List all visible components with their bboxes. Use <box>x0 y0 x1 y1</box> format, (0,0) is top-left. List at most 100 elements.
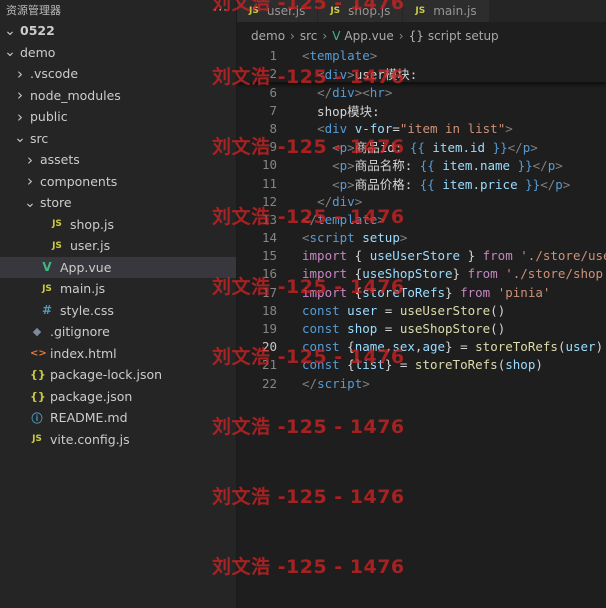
code-token: ) <box>535 357 543 373</box>
tree-item-style-css[interactable]: # style.css <box>0 300 236 322</box>
code-token: </ <box>540 176 556 192</box>
line-number: 16 <box>261 266 277 282</box>
vue-file-icon: V <box>332 29 341 43</box>
tree-item-label: .vscode <box>30 66 79 82</box>
code-token: () <box>490 321 506 337</box>
tree-item-label: App.vue <box>60 259 112 275</box>
chevron-right-icon: › <box>27 150 33 169</box>
breadcrumb-file[interactable]: App.vue <box>344 29 393 43</box>
tree-item-src[interactable]: ⌄ src <box>0 128 236 150</box>
tree-item-label: index.html <box>50 345 117 361</box>
sticky-scroll-header[interactable]: 1 <template> 2 <div>user模块: <box>237 46 606 83</box>
tree-item-user-js[interactable]: JS user.js <box>0 235 236 257</box>
code-token: script <box>317 375 363 391</box>
tree-item-vscode[interactable]: › .vscode <box>0 63 236 85</box>
tree-item-package-lock-json[interactable]: {} package-lock.json <box>0 364 236 386</box>
line-number: 22 <box>261 375 277 391</box>
code-editor[interactable]: 1 <template> 2 <div>user模块: 6 </div><hr> 7 … <box>237 46 606 608</box>
chevron-down-icon: ⌄ <box>24 194 36 211</box>
chevron-right-icon: › <box>27 172 33 191</box>
file-tree: ⌄ 0522 ⌄ demo › .vscode › node_modules › public ⌄ s… <box>0 20 236 450</box>
code-token: } <box>445 284 461 300</box>
code-line: 16 import {useShopStore} from './store/sh… <box>237 265 606 283</box>
tree-item-index-html[interactable]: <> index.html <box>0 343 236 365</box>
code-text: import {useShopStore} from './store/shop… <box>302 266 606 281</box>
code-token: </ <box>532 158 548 174</box>
breadcrumb: demo › src › V App.vue › {} script setup <box>237 26 606 46</box>
code-token: const <box>302 357 340 373</box>
code-token: = <box>377 302 400 318</box>
line-number: 19 <box>261 321 277 337</box>
file-type-icon: # <box>41 303 53 318</box>
tree-item-main-js[interactable]: JS main.js <box>0 278 236 300</box>
code-token: { <box>339 357 355 373</box>
code-token: </ <box>302 211 318 227</box>
tree-item-gitignore[interactable]: ◆ .gitignore <box>0 321 236 343</box>
code-line: 21 const {list} = storeToRefs(shop) <box>237 356 606 374</box>
code-token: > <box>377 211 385 227</box>
tree-item-package-json[interactable]: {} package.json <box>0 386 236 408</box>
line-number: 17 <box>261 284 277 300</box>
code-token: 商品id: <box>354 140 410 156</box>
code-line: 6 </div><hr> <box>237 83 606 101</box>
code-token: template <box>317 211 378 227</box>
code-token: user <box>347 302 378 318</box>
line-number: 8 <box>269 120 277 136</box>
tree-item-store[interactable]: ⌄ store <box>0 192 236 214</box>
tree-item-label: 0522 <box>20 23 55 39</box>
chevron-right-icon: › <box>17 107 23 126</box>
code-text: const {list} = storeToRefs(shop) <box>302 357 543 372</box>
tree-item-shop-js[interactable]: JS shop.js <box>0 214 236 236</box>
explorer-sidebar: 资源管理器 ··· ⌄ 0522 ⌄ demo › .vscode › node_module… <box>0 0 237 608</box>
code-token: </ <box>302 375 318 391</box>
tree-item-components[interactable]: › components <box>0 171 236 193</box>
code-token: ) <box>595 339 604 355</box>
tree-item-label: store <box>40 195 72 211</box>
code-token: import <box>302 266 348 282</box>
code-line: 20 const {name,sex,age} = storeToRefs(use… <box>237 338 606 356</box>
code-line: 19 const shop = useShopStore() <box>237 319 606 337</box>
tree-item-0522[interactable]: ⌄ 0522 <box>0 20 236 42</box>
tree-item-demo[interactable]: ⌄ demo <box>0 42 236 64</box>
code-token: useShopStore <box>362 266 453 282</box>
more-actions-icon[interactable]: ··· <box>214 3 228 17</box>
tree-item-label: vite.config.js <box>50 431 130 447</box>
tab-shop-js[interactable]: JS shop.js <box>318 0 404 22</box>
code-token: > <box>347 140 355 156</box>
explorer-header: 资源管理器 ··· <box>0 0 236 20</box>
tab-user-js[interactable]: JS user.js <box>237 0 319 22</box>
code-token: }} <box>510 158 533 174</box>
file-type-icon: ⓘ <box>31 411 43 425</box>
file-type-icon: ◆ <box>32 325 42 339</box>
breadcrumb-symbol[interactable]: script setup <box>428 29 499 43</box>
code-token: > <box>530 140 538 156</box>
tree-item-public[interactable]: › public <box>0 106 236 128</box>
tree-item-assets[interactable]: › assets <box>0 149 236 171</box>
file-type-icon: <> <box>30 347 47 359</box>
code-token: './store/use <box>520 248 606 264</box>
code-line: 14 <script setup> <box>237 229 606 247</box>
code-token: < <box>332 158 340 174</box>
code-line: 17 import {storeToRefs} from 'pinia' <box>237 283 606 301</box>
code-text: const user = useUserStore() <box>302 303 505 318</box>
chevron-down-icon: ⌄ <box>14 130 26 147</box>
tree-item-node-modules[interactable]: › node_modules <box>0 85 236 107</box>
code-token: import <box>302 284 348 300</box>
code-text: const shop = useShopStore() <box>302 321 505 336</box>
code-token: > <box>505 120 513 136</box>
tree-item-readme-md[interactable]: ⓘ README.md <box>0 407 236 429</box>
breadcrumb-part[interactable]: demo <box>251 29 285 43</box>
code-text: import { useUserStore } from './store/us… <box>302 248 606 263</box>
tree-item-vite-config-js[interactable]: JS vite.config.js <box>0 429 236 451</box>
code-token: } = <box>445 339 476 355</box>
tree-item-label: components <box>40 173 118 189</box>
code-token: div <box>324 66 348 82</box>
tree-item-app-vue[interactable]: V App.vue <box>0 256 236 278</box>
breadcrumb-part[interactable]: src <box>300 29 318 43</box>
code-token: list <box>354 357 385 373</box>
code-token: template <box>309 47 370 63</box>
tab-main-js[interactable]: JS main.js <box>403 0 490 22</box>
js-file-icon: JS <box>415 6 426 16</box>
